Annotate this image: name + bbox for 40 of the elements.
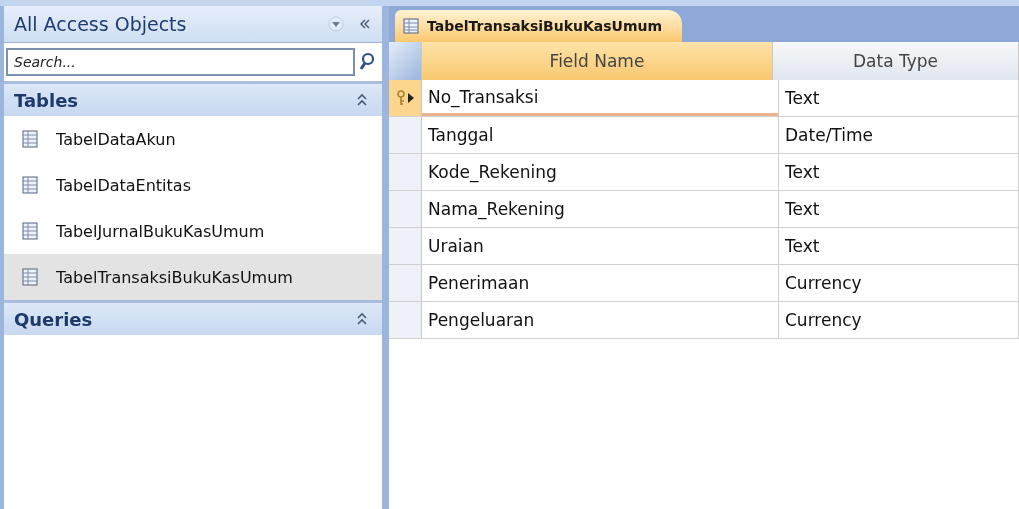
table-icon <box>22 268 38 286</box>
table-cell[interactable]: Kode_Rekening <box>422 154 779 190</box>
table-cell[interactable]: Text <box>779 191 1019 227</box>
group-header[interactable]: Queries <box>4 300 382 335</box>
group-header[interactable]: Tables <box>4 81 382 116</box>
table-item[interactable]: TabelTransaksiBukuKasUmum <box>4 254 382 300</box>
table-item[interactable]: TabelJurnalBukuKasUmum <box>4 208 382 254</box>
search-icon[interactable] <box>358 52 376 72</box>
table-icon <box>22 176 38 194</box>
table-cell[interactable]: Text <box>779 228 1019 264</box>
table-cell[interactable]: Currency <box>779 265 1019 301</box>
table-cell[interactable]: No_Transaksi <box>422 80 779 116</box>
table-item[interactable]: TabelDataAkun <box>4 116 382 162</box>
table-cell[interactable]: Date/Time <box>779 117 1019 153</box>
nav-pane-title: All Access Objects <box>14 13 188 35</box>
table-cell[interactable]: Pengeluaran <box>422 302 779 338</box>
table-icon <box>22 130 38 148</box>
row-selector[interactable] <box>389 80 422 116</box>
nav-pane-header[interactable]: All Access Objects <box>4 6 382 43</box>
table-cell[interactable]: Penerimaan <box>422 265 779 301</box>
collapse-chevron-icon[interactable] <box>356 312 368 326</box>
table-item[interactable]: TabelDataEntitas <box>4 162 382 208</box>
column-header[interactable]: Field Name <box>422 42 773 80</box>
table-cell[interactable]: Nama_Rekening <box>422 191 779 227</box>
table-cell[interactable]: Tanggal <box>422 117 779 153</box>
collapse-icon[interactable] <box>358 17 372 31</box>
dropdown-icon[interactable] <box>328 16 344 32</box>
table-cell[interactable]: Text <box>779 80 1019 116</box>
group-label: Tables <box>14 89 79 111</box>
table-cell[interactable]: Text <box>779 154 1019 190</box>
group-label: Queries <box>14 308 93 330</box>
table-cell[interactable]: Currency <box>779 302 1019 338</box>
column-header[interactable]: Data Type <box>773 42 1019 80</box>
table-icon <box>403 18 419 34</box>
current-row-icon <box>408 93 414 103</box>
search-field[interactable]: Search... <box>6 48 355 76</box>
document-tab[interactable]: TabelTransaksiBukuKasUmum <box>395 10 683 42</box>
collapse-chevron-icon[interactable] <box>356 93 368 107</box>
table-cell[interactable]: Uraian <box>422 228 779 264</box>
table-icon <box>22 222 38 240</box>
